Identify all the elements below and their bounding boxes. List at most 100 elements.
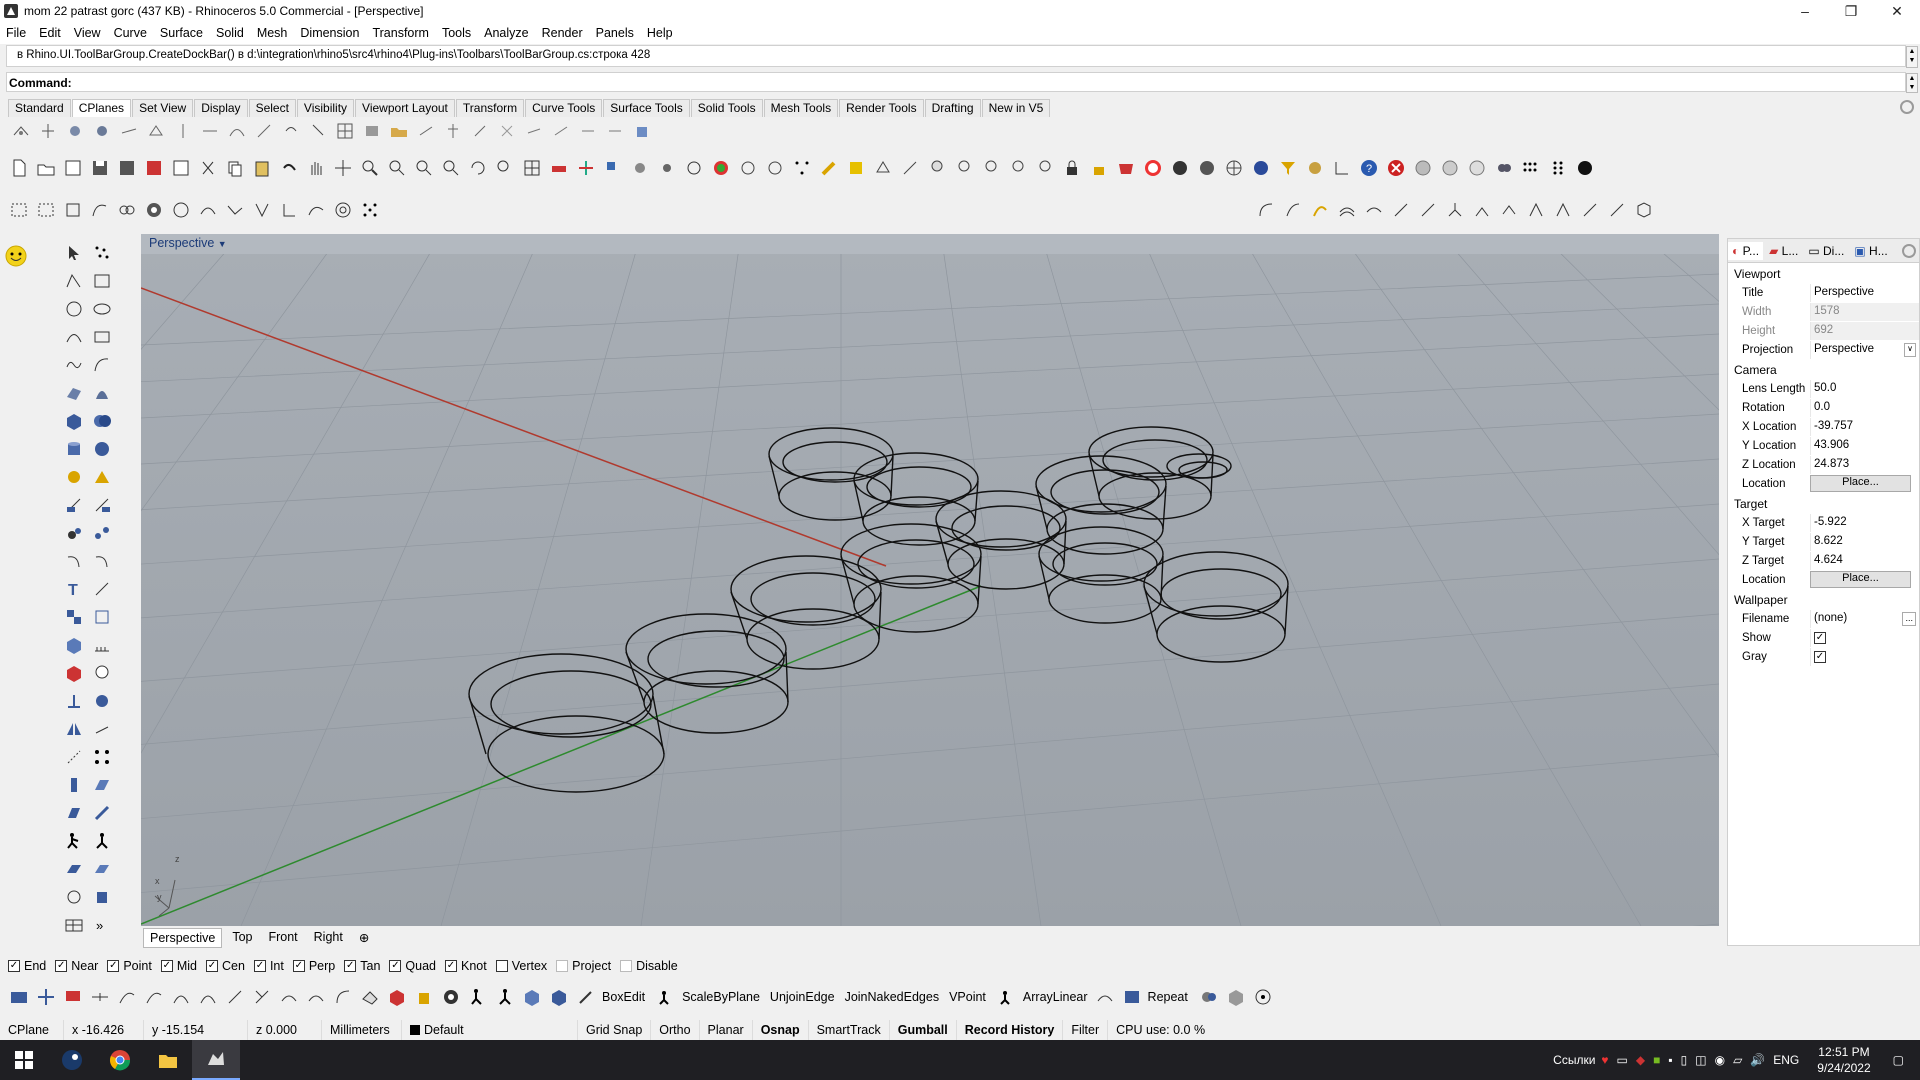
tab-curve-tools[interactable]: Curve Tools xyxy=(525,99,603,117)
command-scrollbar[interactable]: ▲ ▼ xyxy=(1906,73,1918,93)
menu-panels[interactable]: Panels xyxy=(596,26,634,40)
cplane-curve-icon[interactable] xyxy=(226,120,248,142)
offset-tool-icon[interactable] xyxy=(224,986,246,1008)
polyline-select-icon[interactable] xyxy=(224,199,246,221)
array-icon[interactable] xyxy=(88,747,116,770)
lock-icon[interactable] xyxy=(1061,157,1083,179)
dimension-line-icon[interactable] xyxy=(88,579,116,602)
rendered-sphere-icon[interactable] xyxy=(1196,157,1218,179)
status-filter[interactable]: Filter xyxy=(1063,1020,1109,1040)
gray-sphere-1-icon[interactable] xyxy=(1412,157,1434,179)
osnap-cen[interactable]: ✓ Cen xyxy=(206,959,245,973)
pencil-icon[interactable] xyxy=(818,157,840,179)
target-tool-icon[interactable] xyxy=(1252,986,1274,1008)
viewport-tab-top[interactable]: Top xyxy=(226,928,258,948)
explode-curve-icon[interactable] xyxy=(1471,199,1493,221)
menu-edit[interactable]: Edit xyxy=(39,26,61,40)
layout-tool-icon[interactable] xyxy=(8,986,30,1008)
curve-tool-icon[interactable] xyxy=(143,986,165,1008)
menu-surface[interactable]: Surface xyxy=(160,26,203,40)
status-layer[interactable]: Default xyxy=(402,1020,578,1040)
pan-hand-icon[interactable] xyxy=(305,157,327,179)
rotate-icon[interactable] xyxy=(88,719,116,742)
osnap-end[interactable]: ✓ End xyxy=(8,959,46,973)
language-indicator[interactable]: ENG xyxy=(1773,1053,1799,1067)
point-cloud-icon[interactable] xyxy=(88,243,116,266)
mesh-tools-icon[interactable] xyxy=(88,467,116,490)
cplane-origin-icon[interactable] xyxy=(37,120,59,142)
camera-place-button[interactable]: Place... xyxy=(1810,475,1911,492)
curve-icon[interactable] xyxy=(60,355,88,378)
gray-sphere-2-icon[interactable] xyxy=(1439,157,1461,179)
boolean-union-icon[interactable] xyxy=(88,411,116,434)
vpoint-command[interactable]: VPoint xyxy=(949,990,986,1004)
hatch-icon[interactable] xyxy=(88,635,116,658)
cplane-z-axis-icon[interactable] xyxy=(172,120,194,142)
block-icon[interactable] xyxy=(88,607,116,630)
black-sphere-icon[interactable] xyxy=(1574,157,1596,179)
cplane-3pt-icon[interactable] xyxy=(145,120,167,142)
tab-transform[interactable]: Transform xyxy=(455,99,525,117)
line-select-icon[interactable] xyxy=(251,199,273,221)
show-checkbox[interactable]: ✓ xyxy=(1814,631,1826,644)
chain-select-icon[interactable] xyxy=(116,199,138,221)
loft-surface-icon[interactable] xyxy=(88,383,116,406)
perspective-viewport[interactable]: Perspective ▼ z x y xyxy=(141,234,1719,926)
rebuild-curve-icon[interactable] xyxy=(1498,199,1520,221)
curve-select-icon[interactable] xyxy=(89,199,111,221)
undo-view-icon[interactable] xyxy=(467,157,489,179)
tray-volume-icon[interactable]: 🔊 xyxy=(1750,1053,1765,1067)
lock-objects-icon[interactable] xyxy=(656,157,678,179)
dimension-icon[interactable] xyxy=(899,157,921,179)
osnap-tan[interactable]: ✓ Tan xyxy=(344,959,380,973)
render-icon[interactable] xyxy=(60,663,88,686)
move-tool-icon[interactable] xyxy=(35,986,57,1008)
color-wheel-icon[interactable] xyxy=(710,157,732,179)
layout-icon[interactable] xyxy=(60,915,88,938)
x-location-field[interactable]: -39.757 xyxy=(1810,417,1919,436)
array-linear-icon[interactable] xyxy=(996,986,1018,1008)
menu-curve[interactable]: Curve xyxy=(114,26,147,40)
pipe-icon[interactable] xyxy=(60,775,88,798)
spiral-icon[interactable] xyxy=(737,157,759,179)
scale-by-plane-icon[interactable] xyxy=(655,986,677,1008)
status-smarttrack[interactable]: SmartTrack xyxy=(809,1020,890,1040)
helix-icon[interactable] xyxy=(764,157,786,179)
notifications-icon[interactable]: ▢ xyxy=(1893,1053,1904,1067)
chrome-icon[interactable] xyxy=(96,1040,144,1080)
command-prompt[interactable]: Command: xyxy=(6,72,1906,92)
wireframe-sphere-icon[interactable] xyxy=(1223,157,1245,179)
plane-icon[interactable] xyxy=(88,775,116,798)
viewport-tab-front[interactable]: Front xyxy=(262,928,303,948)
cplane-rotate-icon[interactable] xyxy=(118,120,140,142)
join-curve-icon[interactable] xyxy=(1444,199,1466,221)
status-gumball[interactable]: Gumball xyxy=(890,1020,957,1040)
mirror-icon[interactable] xyxy=(60,719,88,742)
gumball-icon[interactable] xyxy=(575,157,597,179)
minimize-button[interactable]: – xyxy=(1782,0,1828,22)
handle-icon[interactable] xyxy=(1579,199,1601,221)
cplane-y-icon[interactable] xyxy=(469,120,491,142)
tray-monitor-icon[interactable]: ▭ xyxy=(1617,1053,1628,1067)
status-cplane[interactable]: CPlane xyxy=(0,1020,64,1040)
control-points-icon[interactable] xyxy=(1525,199,1547,221)
new-icon[interactable] xyxy=(8,157,30,179)
cplane-elevation-icon[interactable] xyxy=(64,120,86,142)
menu-help[interactable]: Help xyxy=(647,26,673,40)
menu-analyze[interactable]: Analyze xyxy=(484,26,528,40)
scale-icon[interactable] xyxy=(60,747,88,770)
polygon-icon[interactable] xyxy=(872,157,894,179)
rect-light-icon[interactable] xyxy=(1034,157,1056,179)
tab-set-view[interactable]: Set View xyxy=(132,99,194,117)
directional-light-icon[interactable] xyxy=(980,157,1002,179)
tray-nvidia-icon[interactable]: ■ xyxy=(1653,1053,1660,1067)
osnap-perp[interactable]: ✓ Perp xyxy=(292,959,335,973)
cplane-pointer-icon[interactable] xyxy=(307,120,329,142)
bucket-icon[interactable] xyxy=(413,986,435,1008)
dot-grid-icon[interactable] xyxy=(1520,157,1542,179)
points-select-icon[interactable] xyxy=(359,199,381,221)
cplane-set-icon[interactable] xyxy=(604,120,626,142)
bend-icon[interactable] xyxy=(88,859,116,882)
edit-points-icon[interactable] xyxy=(1552,199,1574,221)
screen-tool-icon[interactable] xyxy=(62,986,84,1008)
